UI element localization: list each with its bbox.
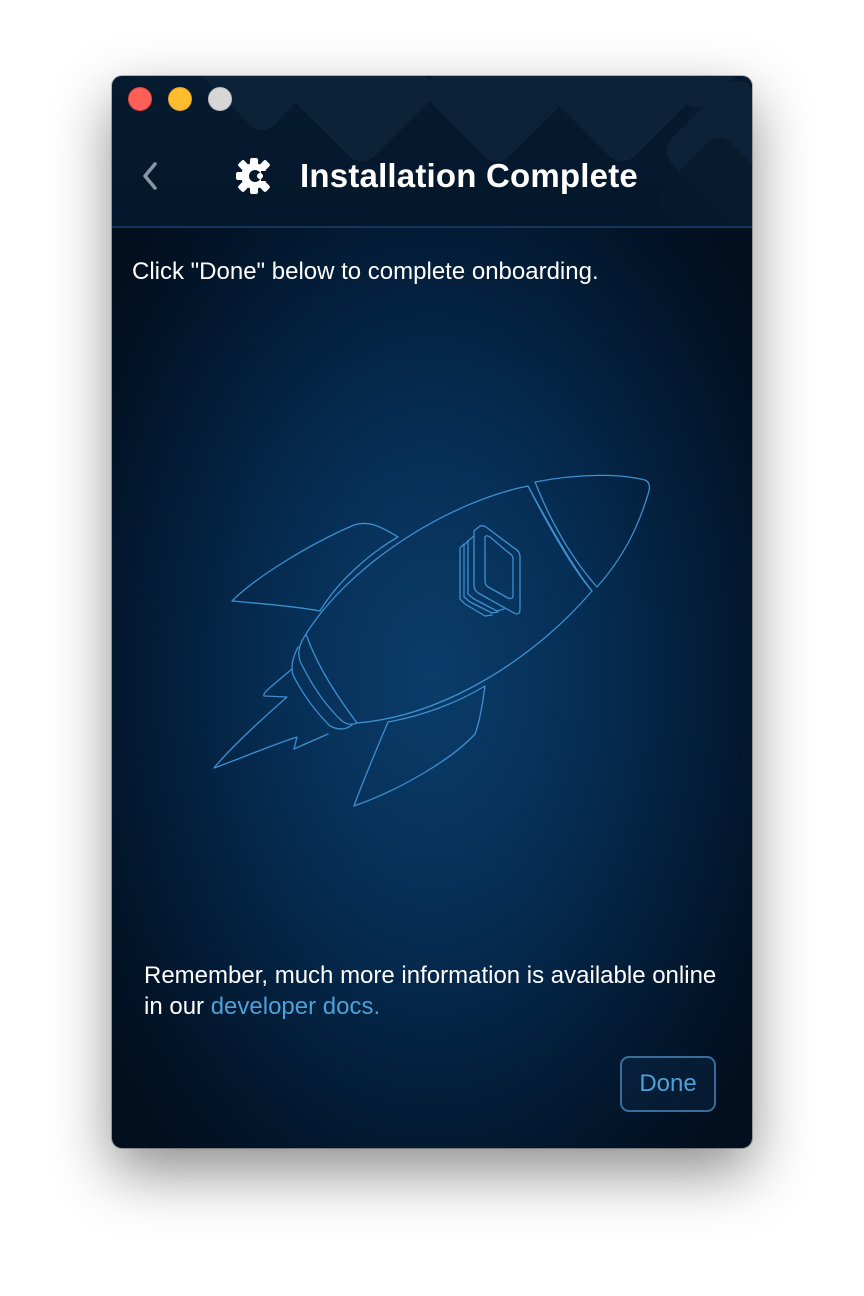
header: Installation Complete — [112, 148, 752, 204]
gear-logo-icon — [236, 158, 275, 194]
header-area: Installation Complete — [112, 76, 752, 226]
zoom-window-button[interactable] — [208, 87, 232, 111]
rocket-illustration — [213, 474, 651, 807]
done-button[interactable]: Done — [620, 1056, 716, 1112]
minimize-window-button[interactable] — [168, 87, 192, 111]
chevron-left-icon — [143, 162, 157, 190]
instruction-text: Click "Done" below to complete onboardin… — [132, 258, 599, 285]
installer-window: Installation Complete Click "Done" below… — [112, 76, 752, 1148]
page-title: Installation Complete — [300, 157, 638, 194]
close-window-button[interactable] — [128, 87, 152, 111]
developer-docs-link[interactable]: developer docs. — [211, 993, 380, 1020]
back-button[interactable] — [134, 156, 166, 196]
header-divider — [112, 226, 752, 228]
footer-text: Remember, much more information is avail… — [144, 960, 724, 1022]
